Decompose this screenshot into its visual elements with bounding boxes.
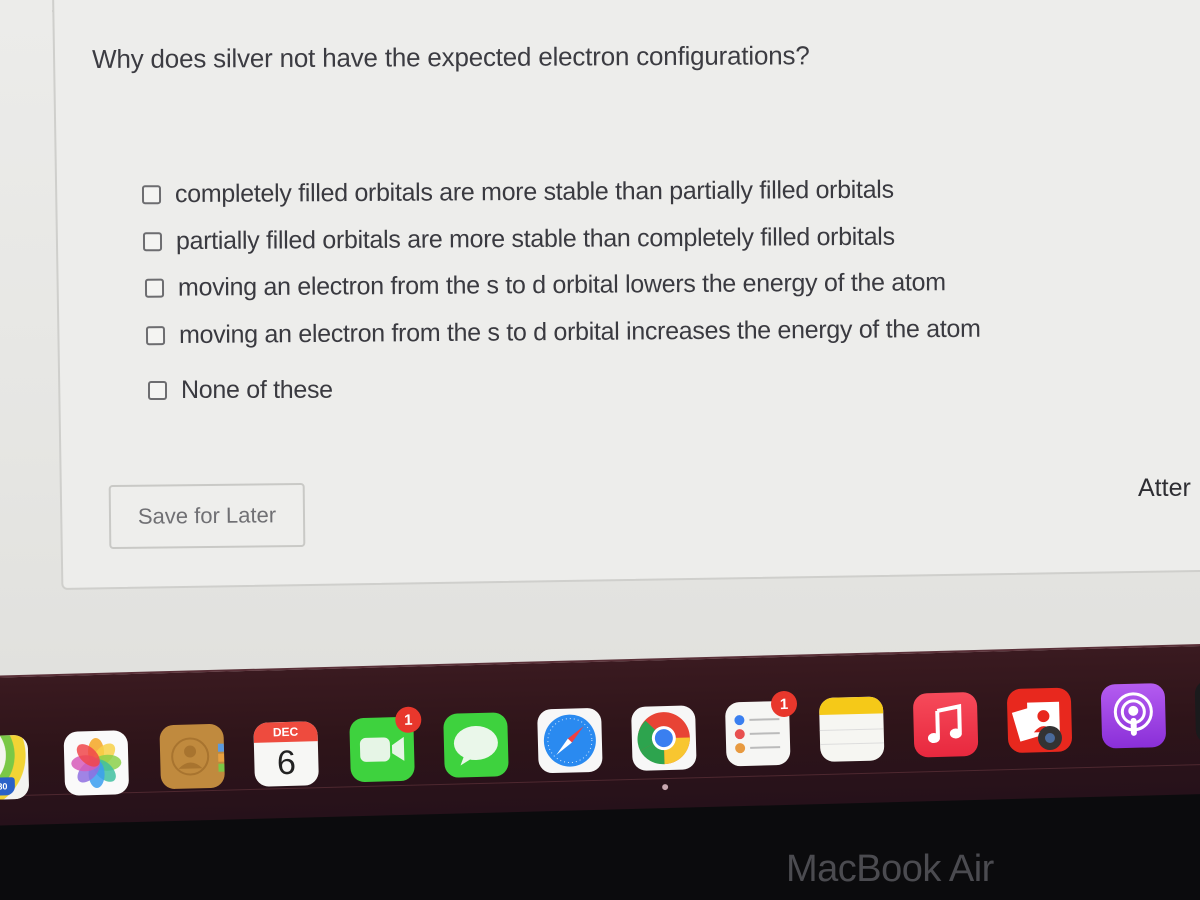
notes-icon: [818, 696, 885, 762]
dock-app-safari[interactable]: [537, 707, 603, 774]
running-indicator: [662, 784, 669, 791]
calendar-month: DEC: [253, 721, 318, 743]
photos-icon: [71, 737, 122, 788]
attempt-button-partial[interactable]: Atter: [1138, 474, 1191, 503]
facetime-badge: 1: [394, 706, 422, 734]
dock-app-tv[interactable]: tv: [1194, 678, 1200, 745]
checkbox[interactable]: [145, 326, 166, 346]
save-for-later-button[interactable]: Save for Later: [108, 482, 306, 550]
dock-app-calendar[interactable]: DEC 6: [253, 721, 319, 787]
reminders-badge: 1: [770, 690, 798, 718]
option-2[interactable]: partially filled orbitals are more stabl…: [142, 222, 895, 257]
chrome-icon: [637, 712, 690, 765]
dock-app-maps[interactable]: 280: [0, 734, 30, 801]
question-text: Why does silver not have the expected el…: [92, 40, 810, 74]
option-label: completely filled orbitals are more stab…: [174, 175, 894, 209]
safari-icon: [543, 714, 596, 767]
screen: Why does silver not have the expected el…: [0, 0, 1200, 720]
dock-app-photo-booth[interactable]: [1006, 687, 1073, 754]
dock-app-notes[interactable]: [818, 696, 885, 763]
dock-app-contacts[interactable]: [159, 723, 226, 790]
photo-booth-icon: [1011, 701, 1062, 751]
dock-app-podcasts[interactable]: [1100, 682, 1167, 749]
calendar-day: 6: [276, 743, 297, 783]
dock: 280 DEC 6 1 1: [0, 643, 1200, 826]
dock-app-messages[interactable]: [443, 712, 509, 778]
checkbox[interactable]: [141, 185, 162, 205]
macbook-air-label: MacBook Air: [786, 848, 994, 890]
option-5[interactable]: None of these: [148, 376, 333, 405]
messages-icon: [453, 726, 498, 766]
contacts-icon: [171, 737, 225, 776]
podcasts-icon: [1113, 692, 1153, 736]
option-1[interactable]: completely filled orbitals are more stab…: [141, 175, 894, 210]
music-icon: [927, 703, 962, 744]
option-label: partially filled orbitals are more stabl…: [175, 222, 895, 256]
checkbox[interactable]: [142, 232, 163, 252]
dock-app-photos[interactable]: [63, 730, 130, 796]
checkbox[interactable]: [144, 278, 165, 298]
dock-app-music[interactable]: [912, 691, 979, 758]
option-label: moving an electron from the s to d orbit…: [177, 268, 946, 302]
checkbox[interactable]: [148, 381, 167, 400]
dock-app-chrome[interactable]: [631, 705, 697, 771]
option-3[interactable]: moving an electron from the s to d orbit…: [144, 268, 946, 303]
option-label: None of these: [181, 376, 333, 404]
